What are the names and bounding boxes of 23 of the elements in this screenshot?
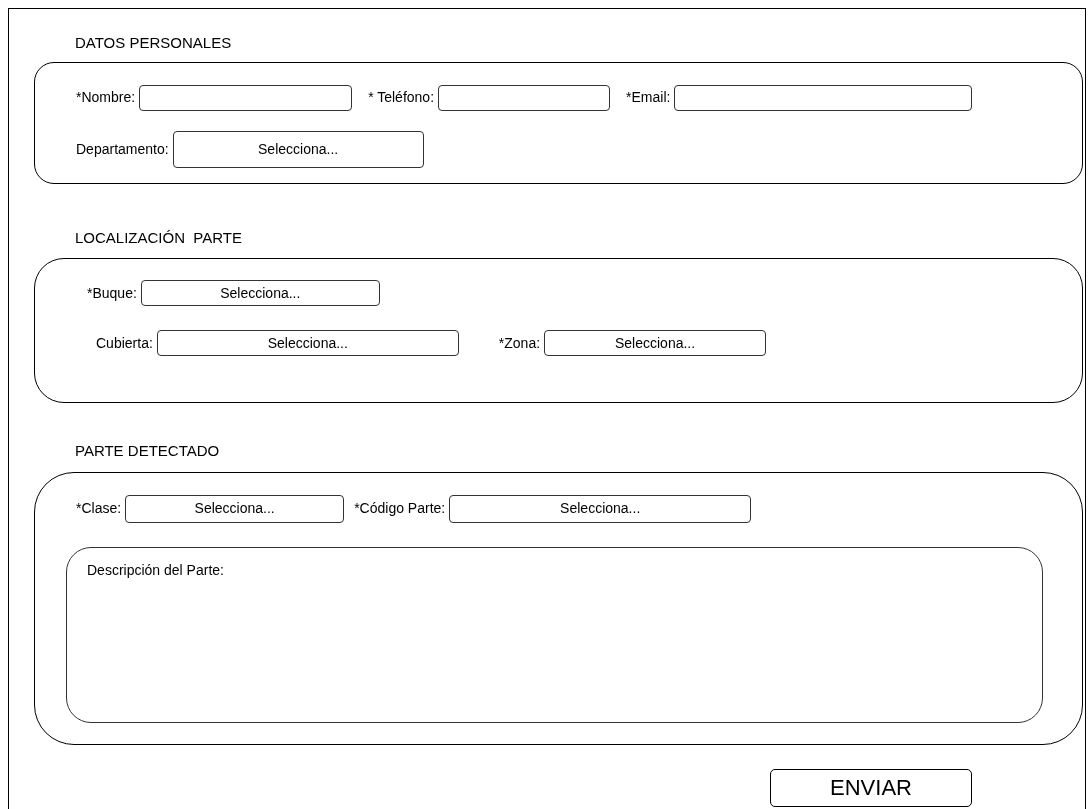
select-dropdown[interactable]: Selecciona... — [544, 330, 767, 356]
text-field[interactable] — [139, 84, 353, 111]
field-label: *Buque: — [87, 283, 137, 303]
select-dropdown[interactable]: Selecciona... — [172, 130, 424, 168]
description-field[interactable]: Descripción del Parte: — [66, 546, 1043, 723]
submit-button[interactable]: ENVIAR — [770, 768, 972, 807]
select-dropdown[interactable]: Selecciona... — [449, 494, 752, 523]
section-heading: DATOS PERSONALES — [75, 33, 233, 53]
field-label: *Nombre: — [76, 88, 136, 107]
section-heading: LOCALIZACIÓN PARTE — [75, 227, 243, 248]
select-dropdown[interactable]: Selecciona... — [140, 280, 380, 306]
field-label: * Teléfono: — [368, 88, 435, 107]
field-label: *Email: — [626, 88, 671, 107]
field-label: Cubierta: — [96, 333, 153, 353]
field-label: *Código Parte: — [354, 499, 446, 518]
select-dropdown[interactable]: Selecciona... — [156, 330, 459, 356]
field-label: *Clase: — [76, 499, 122, 518]
text-field[interactable] — [438, 84, 611, 111]
text-field[interactable] — [674, 84, 973, 111]
field-label: *Zona: — [498, 333, 541, 353]
select-dropdown[interactable]: Selecciona... — [125, 494, 345, 523]
field-label: Departamento: — [76, 139, 169, 159]
section-heading: PARTE DETECTADO — [75, 441, 221, 461]
